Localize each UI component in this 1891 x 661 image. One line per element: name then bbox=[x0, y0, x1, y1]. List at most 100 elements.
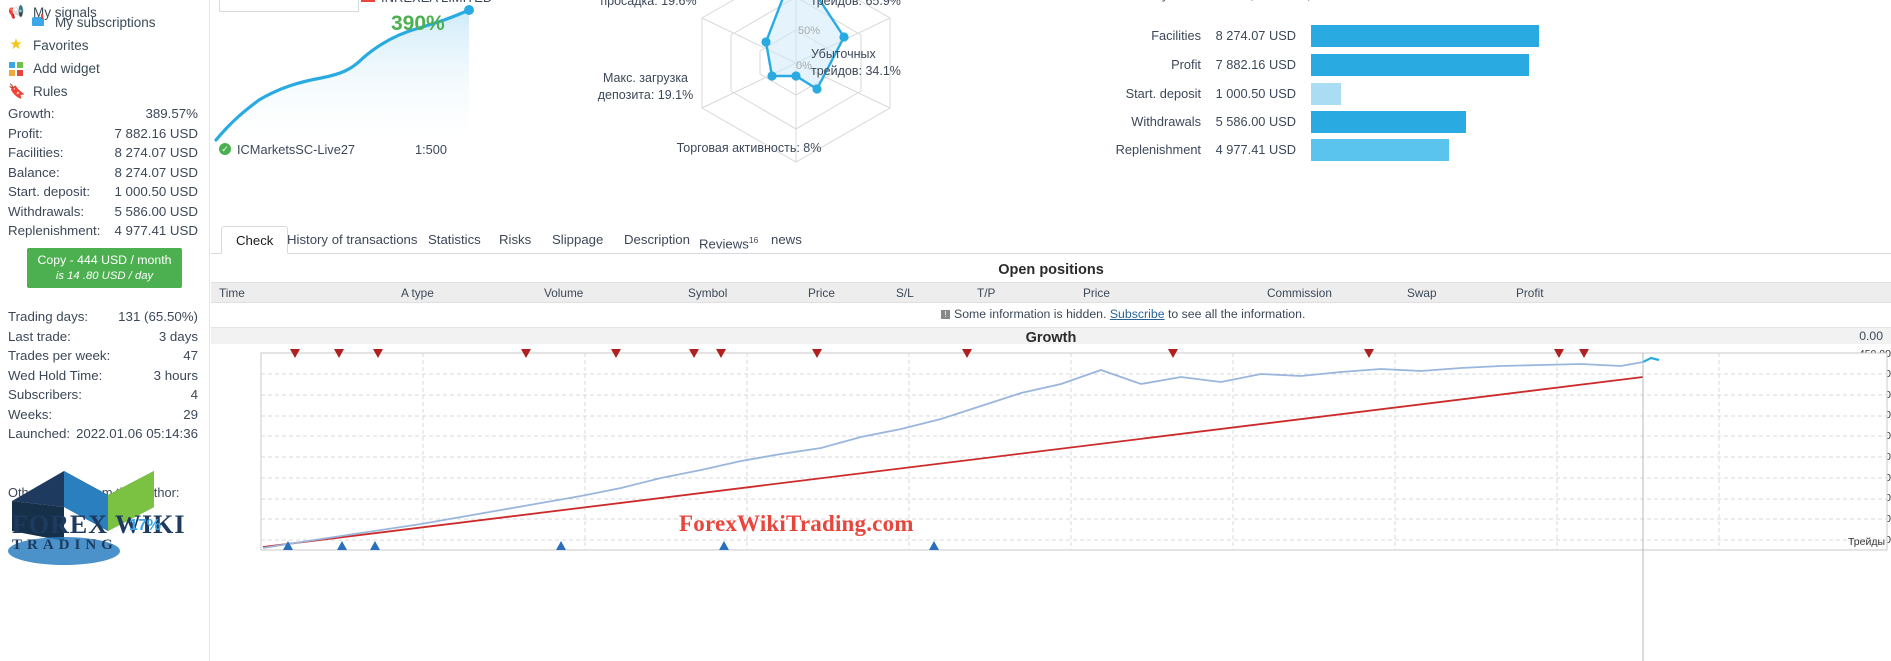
bar-row: Facilities 8 274.07 USD bbox=[1116, 25, 1546, 48]
radar-label-losing-trades: Убыточных трейдов: 34.1% bbox=[811, 47, 901, 78]
stat-value: 29 bbox=[183, 406, 198, 422]
stat-row: Weeks: 29 bbox=[0, 407, 210, 427]
column-header-tp: T/P bbox=[977, 286, 996, 300]
bar-fill bbox=[1311, 111, 1466, 133]
radar-chart: 50% 0% Максимальная просадка: 19.6% Макс… bbox=[566, 0, 1026, 168]
copy-button-daily: is 14 .80 USD / day bbox=[55, 269, 154, 282]
stat-key: Trades per week: bbox=[8, 348, 111, 363]
column-header-sl: S/L bbox=[896, 286, 914, 300]
sidebar-item-add-widget[interactable]: Add widget bbox=[0, 56, 210, 80]
stat-value: 47 bbox=[183, 348, 198, 363]
logo-graphic bbox=[8, 471, 154, 565]
star-icon: ★ bbox=[9, 36, 23, 53]
column-header-time: Time bbox=[219, 286, 245, 300]
site-watermark: ForexWikiTrading.com bbox=[679, 511, 914, 536]
bar-label: Facilities bbox=[1151, 28, 1201, 43]
tab-risks[interactable]: Risks bbox=[485, 226, 545, 254]
sidebar-item-label: Rules bbox=[33, 83, 68, 99]
forexwiki-logo: FOREX WIKI TRADING 17% bbox=[4, 455, 204, 661]
account-server-name: ICMarketsSC-Live27 bbox=[237, 142, 356, 157]
stat-value: 3 days bbox=[158, 328, 198, 344]
bar-label: Profit bbox=[1171, 57, 1201, 72]
stat-row: Launched: 2022.01.06 05:14:36 bbox=[0, 426, 210, 446]
tab-slippage[interactable]: Slippage bbox=[538, 226, 617, 254]
verified-check-icon: ✓ bbox=[219, 143, 231, 155]
summary-header: INREXEA LIMITED 390% ✓ ICMarketsSC-Live2… bbox=[211, 0, 1891, 172]
stat-value: 8 274.07 USD bbox=[114, 145, 198, 160]
stat-value: 8 274.07 USD bbox=[114, 164, 198, 180]
open-positions-title: Open positions bbox=[998, 262, 1104, 278]
x-axis-label: Трейды bbox=[1847, 536, 1885, 548]
growth-chart: 450.00 400.00 350.00 300.00 250.00 200.0… bbox=[211, 344, 1891, 661]
info-icon: ! bbox=[941, 310, 950, 319]
bar-fill bbox=[1311, 83, 1341, 105]
growth-sparkline-svg bbox=[214, 5, 474, 142]
bar-fill bbox=[1311, 139, 1449, 161]
bar-value: 7 882.16 USD bbox=[1215, 57, 1296, 72]
bar-row: Withdrawals 5 586.00 USD bbox=[1116, 111, 1546, 134]
widget-icon bbox=[8, 60, 24, 76]
stat-row: Withdrawals: 5 586.00 USD bbox=[0, 204, 210, 224]
sidebar-item-label: My subscriptions bbox=[55, 14, 156, 30]
sidebar-stats-bottom: Trading days: 131 (65.50%) Last trade: 3… bbox=[0, 309, 210, 446]
weeks-header: weeks (from 2021) bbox=[1211, 0, 1312, 1]
bookmark-icon: 🔖 bbox=[8, 83, 26, 99]
tab-reviews-label: Reviews bbox=[699, 236, 749, 252]
growth-sparkline bbox=[211, 0, 521, 145]
stat-key: Subscribers: bbox=[8, 387, 82, 402]
column-header-symbol: Symbol bbox=[688, 286, 728, 300]
stat-row: Trades per week: 47 bbox=[0, 348, 210, 368]
stat-value: 2022.01.06 05:14:36 bbox=[75, 426, 198, 441]
stat-key: Replenishment: bbox=[8, 223, 101, 238]
tab-bar: Check History of transactions Statistics… bbox=[211, 226, 1891, 254]
sidebar-item-favorites[interactable]: ★ Favorites bbox=[0, 33, 210, 57]
column-header-price-open: Price bbox=[808, 286, 835, 300]
stat-value: 131 (65.50%) bbox=[118, 309, 198, 324]
account-leverage: 1:500 bbox=[415, 142, 448, 157]
bar-fill bbox=[1311, 25, 1539, 47]
sidebar-item-label: Add widget bbox=[33, 60, 100, 76]
radar-label-max-drawdown: Максимальная просадка: 19.6% bbox=[600, 0, 697, 8]
sidebar-stats-top: Growth: 389.57% Profit: 7 882.16 USD Fac… bbox=[0, 106, 210, 243]
reliability-bars-panel: Reliability weeks (from 2021) 38K USD Fa… bbox=[1116, 0, 1546, 168]
column-header-profit: Profit bbox=[1516, 286, 1544, 300]
stat-key: Wed Hold Time: bbox=[8, 367, 103, 383]
stat-row: Replenishment: 4 977.41 USD bbox=[0, 223, 210, 243]
stat-value: 1 000.50 USD bbox=[114, 184, 198, 199]
sidebar-item-rules[interactable]: 🔖 Rules bbox=[0, 79, 210, 103]
stat-value: 4 977.41 USD bbox=[114, 223, 198, 238]
stat-row: Balance: 8 274.07 USD bbox=[0, 165, 210, 185]
stat-key: Weeks: bbox=[8, 406, 53, 422]
bar-value: 4 977.41 USD bbox=[1215, 142, 1296, 157]
bar-value: 5 586.00 USD bbox=[1215, 114, 1296, 129]
stat-row: Facilities: 8 274.07 USD bbox=[0, 145, 210, 165]
bar-row: Profit 7 882.16 USD bbox=[1116, 54, 1546, 77]
stat-key: Balance: bbox=[8, 164, 60, 180]
sidebar-item-my-subscriptions[interactable]: My subscriptions bbox=[22, 10, 212, 34]
stat-row: Start. deposit: 1 000.50 USD bbox=[0, 184, 210, 204]
stat-key: Launched: bbox=[8, 426, 71, 441]
stat-key: Profit: bbox=[8, 125, 43, 141]
column-header-swap: Swap bbox=[1407, 286, 1437, 300]
stat-key: Withdrawals: bbox=[8, 203, 85, 219]
tab-news[interactable]: news bbox=[757, 226, 816, 254]
tab-history[interactable]: History of transactions bbox=[273, 226, 431, 254]
copy-subscription-button[interactable]: Copy - 444 USD / month is 14 .80 USD / d… bbox=[27, 248, 182, 288]
hidden-note-text-after: to see all the information. bbox=[1167, 307, 1306, 321]
reliability-header: Reliability bbox=[1116, 0, 1168, 2]
radar-label-trading-activity: Торговая активность: 8% bbox=[676, 141, 822, 155]
bar-row: Start. deposit 1 000.50 USD bbox=[1116, 83, 1546, 106]
growth-chart-svg bbox=[260, 349, 1888, 661]
logo-percent-badge: 17% bbox=[129, 517, 162, 534]
tab-statistics[interactable]: Statistics bbox=[414, 226, 495, 254]
copy-button-price: Copy - 444 USD / month bbox=[37, 253, 172, 268]
table-header-row: Time A type Volume Symbol Price S/L T/P … bbox=[211, 282, 1891, 303]
stat-row: Growth: 389.57% bbox=[0, 106, 210, 126]
stat-key: Trading days: bbox=[8, 309, 89, 324]
stat-value: 3 hours bbox=[153, 367, 198, 383]
mailbox-icon bbox=[30, 14, 46, 30]
bar-label: Replenishment bbox=[1115, 142, 1201, 157]
subscribe-link[interactable]: Subscribe bbox=[1110, 307, 1165, 321]
radar-ring-0-label: 0% bbox=[796, 60, 812, 72]
radar-label-max-deposit-load: Макс. загрузка депозита: 19.1% bbox=[597, 71, 694, 102]
